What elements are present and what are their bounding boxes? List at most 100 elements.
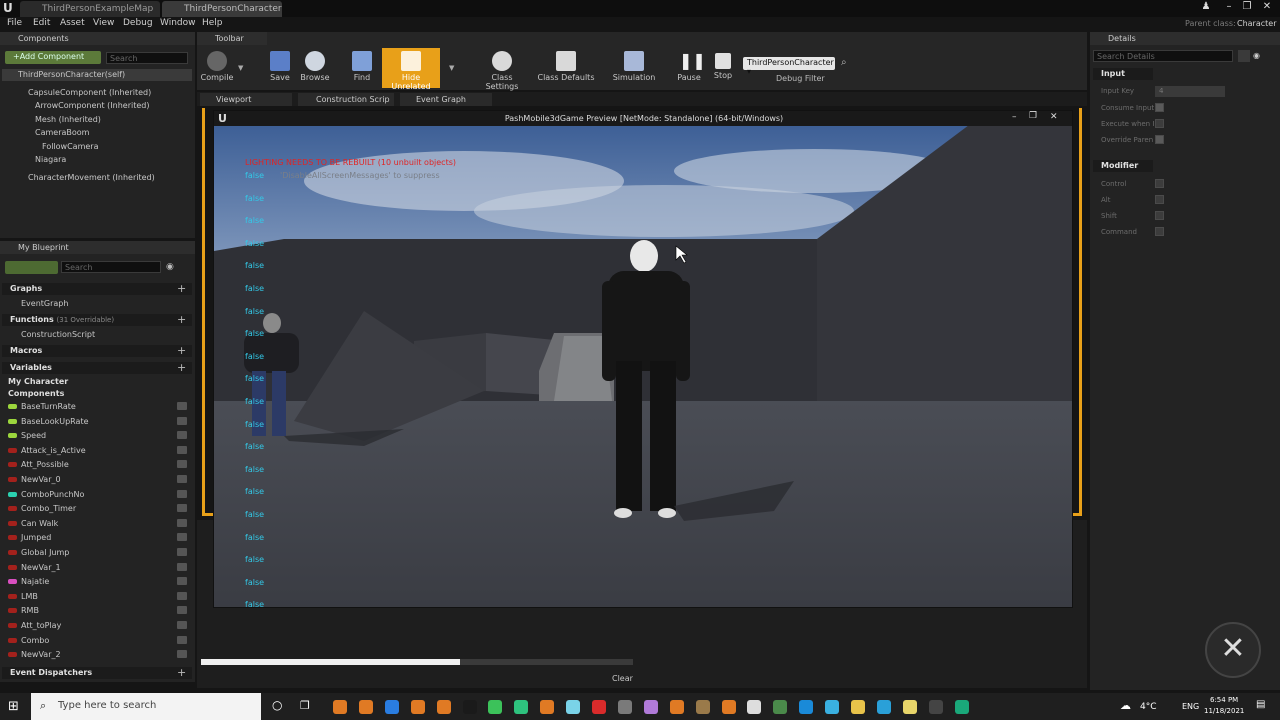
component-item-capsule[interactable]: CapsuleComponent (Inherited) (28, 88, 151, 97)
menu-view[interactable]: View (93, 18, 114, 28)
variable-visibility-icon[interactable] (177, 533, 187, 542)
class-defaults-button[interactable]: Class Defaults (537, 48, 595, 86)
debug-object-select[interactable]: ThirdPersonCharacter ▾ (743, 57, 835, 76)
components-search-input[interactable]: Search (106, 52, 188, 64)
clock-time[interactable]: 6:54 PM (1210, 696, 1238, 704)
taskbar-app-icon[interactable] (358, 700, 373, 714)
variable-row[interactable]: NewVar_2 (8, 649, 190, 663)
taskbar-app-icon[interactable] (876, 700, 891, 714)
taskbar-app-icon[interactable] (436, 700, 451, 714)
menu-window[interactable]: Window (160, 18, 196, 28)
variable-row[interactable]: NewVar_0 (8, 474, 190, 488)
taskbar-app-icon[interactable] (592, 700, 606, 714)
tab-map[interactable]: ThirdPersonExampleMap (20, 1, 160, 17)
menu-asset[interactable]: Asset (60, 18, 85, 28)
variable-visibility-icon[interactable] (177, 577, 187, 586)
variable-row[interactable]: Jumped (8, 532, 190, 546)
notifications-icon[interactable]: ▤ (1256, 699, 1265, 710)
cortana-icon[interactable]: ○ (272, 698, 282, 712)
variable-row[interactable]: Att_toPlay (8, 620, 190, 634)
variable-row[interactable]: LMB (8, 591, 190, 605)
taskbar-app-icon[interactable] (540, 700, 555, 714)
taskbar-search-input[interactable]: Type here to search (31, 693, 261, 720)
minimize-icon[interactable]: – (1221, 1, 1237, 15)
component-item-arrow[interactable]: ArrowComponent (Inherited) (35, 101, 149, 110)
variable-visibility-icon[interactable] (177, 591, 187, 600)
taskbar-app-icon[interactable] (643, 700, 658, 714)
variable-visibility-icon[interactable] (177, 621, 187, 629)
taskbar-app-icon[interactable] (825, 700, 840, 714)
windows-start-icon[interactable]: ⊞ (8, 699, 19, 714)
variable-row[interactable]: ComboPunchNo (8, 489, 190, 503)
variable-row[interactable]: Speed (8, 430, 190, 444)
shift-checkbox[interactable] (1155, 211, 1164, 220)
parent-class-value[interactable]: Character (1237, 19, 1277, 28)
component-item-followcamera[interactable]: FollowCamera (42, 142, 99, 151)
variable-row[interactable]: Combo_Timer (8, 503, 190, 517)
clear-button[interactable]: Clear (612, 674, 633, 683)
menu-edit[interactable]: Edit (33, 18, 50, 28)
tab-event-graph[interactable]: Event Graph (400, 93, 492, 106)
variable-row[interactable]: Global Jump (8, 547, 190, 561)
details-eye-icon[interactable]: ◉ (1253, 51, 1260, 60)
simulation-button[interactable]: Simulation (611, 48, 657, 86)
construction-script-item[interactable]: ConstructionScript (21, 330, 95, 339)
task-view-icon[interactable]: ❐ (300, 699, 310, 712)
menu-help[interactable]: Help (202, 18, 223, 28)
add-component-button[interactable]: +Add Component (5, 51, 101, 64)
browse-button[interactable]: Browse (294, 48, 336, 86)
weather-temp[interactable]: 4°C (1140, 702, 1157, 712)
tab-viewport[interactable]: Viewport (200, 93, 292, 106)
variable-row[interactable]: BaseTurnRate (8, 401, 190, 415)
add-dispatcher-plus-icon[interactable]: + (177, 667, 186, 678)
components-category[interactable]: Components (8, 389, 64, 398)
variable-visibility-icon[interactable] (177, 504, 187, 513)
taskbar-app-icon[interactable] (851, 700, 865, 714)
taskbar-app-icon[interactable] (488, 700, 503, 714)
variable-row[interactable]: RMB (8, 605, 190, 619)
component-item-cameraboom[interactable]: CameraBoom (35, 128, 89, 137)
hide-unrelated-dropdown-icon[interactable]: ▼ (449, 64, 454, 72)
taskbar-app-icon[interactable] (566, 700, 581, 714)
variable-visibility-icon[interactable] (177, 416, 187, 425)
event-dispatchers-section[interactable]: Event Dispatchers (2, 667, 192, 679)
variable-visibility-icon[interactable] (177, 635, 187, 644)
taskbar-app-icon[interactable] (721, 700, 736, 714)
taskbar-app-icon[interactable] (462, 700, 477, 714)
variable-row[interactable]: Can Walk (8, 518, 190, 532)
clock-date[interactable]: 11/18/2021 (1204, 707, 1244, 715)
variable-visibility-icon[interactable] (177, 489, 187, 498)
event-graph-item[interactable]: EventGraph (21, 299, 68, 308)
blueprint-search-input[interactable]: Search (61, 261, 161, 273)
compile-button[interactable]: Compile (196, 48, 238, 86)
modifier-section[interactable]: Modifier (1093, 160, 1153, 172)
variable-visibility-icon[interactable] (177, 460, 187, 469)
component-item-mesh[interactable]: Mesh (Inherited) (35, 115, 101, 124)
taskbar-app-icon[interactable] (902, 700, 917, 714)
variable-visibility-icon[interactable] (177, 431, 187, 440)
taskbar-app-icon[interactable] (773, 700, 788, 714)
preview-maximize-icon[interactable]: ❐ (1029, 111, 1037, 121)
variable-row[interactable]: Att_Possible (8, 459, 190, 473)
menu-debug[interactable]: Debug (123, 18, 153, 28)
variable-visibility-icon[interactable] (177, 402, 187, 410)
macros-section[interactable]: Macros (2, 345, 192, 357)
taskbar-app-icon[interactable] (747, 700, 762, 714)
debug-search-icon[interactable]: ⌕ (841, 57, 847, 68)
variable-row[interactable]: Najatie (8, 576, 190, 590)
menu-file[interactable]: File (7, 18, 22, 28)
component-item-niagara[interactable]: Niagara (35, 155, 66, 164)
taskbar-app-icon[interactable] (695, 700, 710, 714)
execute-when-paused-checkbox[interactable] (1155, 119, 1164, 128)
graphs-section[interactable]: Graphs (2, 283, 192, 295)
taskbar-app-icon[interactable] (954, 700, 969, 714)
input-key-select[interactable]: 4 (1155, 86, 1225, 97)
override-parent-checkbox[interactable] (1155, 135, 1164, 144)
taskbar-app-icon[interactable] (617, 700, 632, 714)
variable-row[interactable]: Attack_is_Active (8, 445, 190, 459)
variable-row[interactable]: Combo (8, 635, 190, 649)
command-checkbox[interactable] (1155, 227, 1164, 236)
taskbar-app-icon[interactable] (410, 700, 425, 714)
variable-visibility-icon[interactable] (177, 445, 187, 454)
my-character-category[interactable]: My Character (8, 377, 68, 386)
